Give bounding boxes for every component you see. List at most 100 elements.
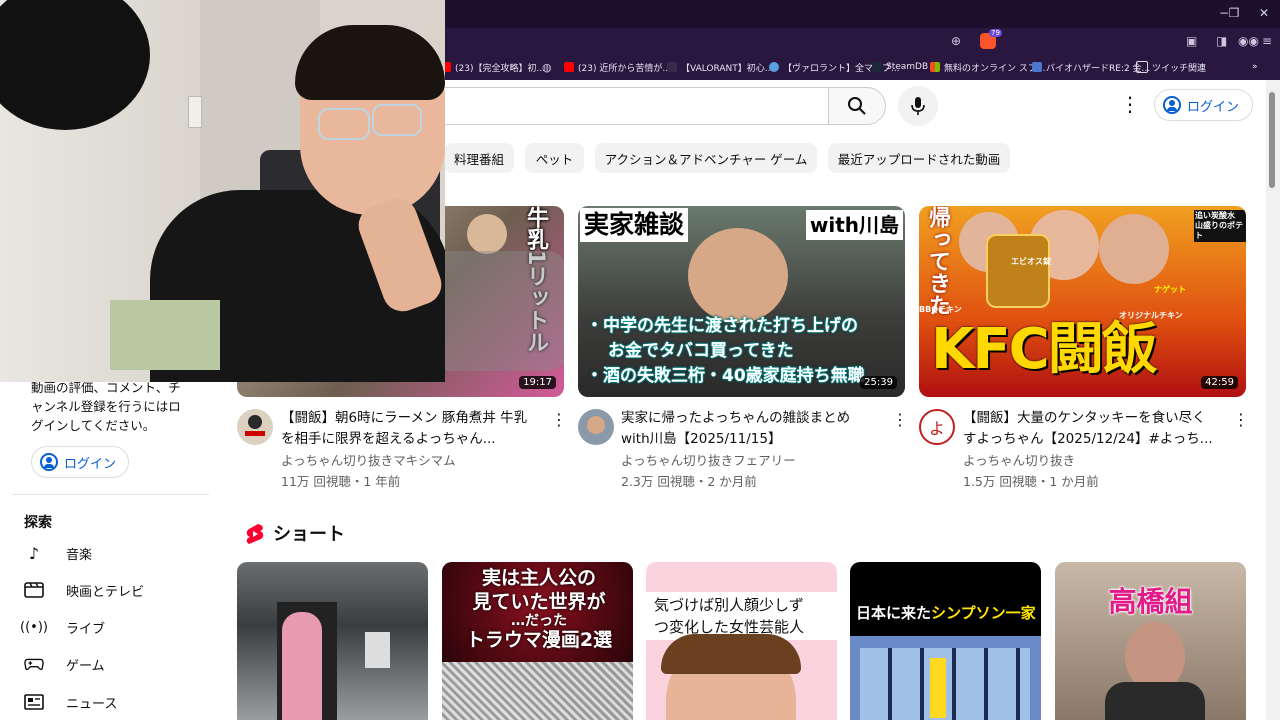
channel-avatar[interactable]: [578, 409, 614, 445]
chip-action-adventure[interactable]: アクション＆アドベンチャー ゲーム: [595, 143, 817, 173]
thumbnail-caption: 気づけば別人顔少しず: [654, 596, 804, 614]
site-icon: [1032, 62, 1042, 72]
bookmark-label: ツイッチ関連: [1152, 63, 1207, 74]
maximize-button[interactable]: ❐: [1224, 6, 1244, 20]
sidebar-item-live[interactable]: ((•)) ライブ: [20, 615, 204, 639]
panel-icon[interactable]: ◨: [1216, 34, 1227, 48]
video-title-line: 【闘飯】朝6時にラーメン 豚角煮丼 牛乳: [281, 410, 528, 426]
thumbnail-caption: トラウマ漫画2選: [465, 629, 613, 651]
valorant-icon: [667, 62, 677, 72]
shorts-section-title: ショート: [273, 524, 345, 545]
thumbnail-caption: …だった: [511, 613, 567, 629]
site-icon: [769, 62, 779, 72]
short-thumbnail[interactable]: 高橋組: [1055, 562, 1246, 720]
video-menu-icon[interactable]: ⋮: [1233, 410, 1249, 429]
video-title-line: with川島【2025/11/15】: [621, 431, 782, 447]
thumbnail-caption: 追い炭酸水 山盛りのポテト: [1194, 210, 1246, 242]
search-input[interactable]: [430, 87, 829, 125]
webcam-glasses-left: [318, 108, 370, 140]
thumbnail-caption: 見ていた世界が: [472, 591, 606, 613]
thumbnail-text-block: 気づけば別人顔少しず つ変化した女性芸能人: [654, 594, 834, 638]
thumbnail-caption: with川島: [805, 210, 903, 240]
bookmark-item[interactable]: バイオハザードRE:2 金...: [1032, 59, 1150, 75]
channel-avatar[interactable]: [237, 409, 273, 445]
scrollbar-thumb[interactable]: [1269, 92, 1275, 188]
thumbnail-caption: ・中学の先生に渡された打ち上げの: [586, 316, 858, 336]
short-thumbnail[interactable]: 日本に来たシンプソン一家: [850, 562, 1041, 720]
sidebar-item-label: 映画とテレビ: [66, 584, 145, 600]
short-thumbnail[interactable]: [237, 562, 428, 720]
video-menu-icon[interactable]: ⋮: [551, 410, 567, 429]
account-icon: [1163, 96, 1181, 114]
bookmark-item[interactable]: (23)【完全攻略】初...: [441, 59, 545, 75]
gamepad-icon: [24, 654, 44, 674]
sidebar-item-gaming[interactable]: ゲーム: [24, 652, 204, 676]
bookmark-item[interactable]: 無料のオンライン スプ...: [930, 59, 1045, 75]
chip-recently-uploaded[interactable]: 最近アップロードされた動画: [828, 143, 1010, 173]
globe-icon[interactable]: ◍: [542, 59, 552, 75]
video-title[interactable]: 【闘飯】朝6時にラーメン 豚角煮丼 牛乳 を相手に限界を超えるよっちゃん...: [281, 408, 546, 450]
youtube-icon: [564, 62, 574, 72]
chip-pets[interactable]: ペット: [525, 143, 584, 173]
brave-shield-icon[interactable]: 79: [980, 29, 1002, 49]
zoom-icon[interactable]: ⊕: [951, 34, 961, 48]
bookmark-item[interactable]: 【VALORANT】初心...: [667, 59, 773, 75]
search-button[interactable]: [828, 87, 886, 125]
voice-search-button[interactable]: [898, 86, 938, 126]
sidebar-item-label: 音楽: [66, 547, 93, 563]
sidebar-divider: [12, 494, 209, 495]
sidebar-item-news[interactable]: ニュース: [24, 690, 204, 714]
sidebar-item-label: ゲーム: [66, 658, 105, 674]
search-icon: [848, 97, 866, 115]
thumbnail-caption: 日本に来た: [856, 604, 932, 622]
short-thumbnail[interactable]: 気づけば別人顔少しず つ変化した女性芸能人: [646, 562, 837, 720]
video-title-line: 実家に帰ったよっちゃんの雑談まとめ: [621, 410, 851, 426]
login-label: ログイン: [1187, 99, 1240, 115]
menu-icon[interactable]: ≡: [1262, 34, 1272, 48]
channel-name[interactable]: よっちゃん切り抜きマキシマム: [281, 450, 456, 471]
thumbnail-bottle: [986, 234, 1050, 308]
video-menu-icon[interactable]: ⋮: [892, 410, 908, 429]
thumbnail-caption: 実家雑談: [580, 208, 689, 242]
thumbnail-caption: ナゲット: [1154, 285, 1186, 294]
channel-name[interactable]: よっちゃん切り抜き: [963, 450, 1075, 471]
video-title[interactable]: 【闘飯】大量のケンタッキーを食い尽く すよっちゃん【2025/12/24】#よっ…: [963, 408, 1228, 450]
thumbnail-figure: [282, 612, 322, 720]
bookmark-folder[interactable]: ツイッチ関連: [1136, 59, 1206, 75]
sidebar-item-label: ライブ: [66, 621, 106, 637]
shield-count-badge: 79: [989, 29, 1002, 37]
sidebar-item-music[interactable]: ♪ 音楽: [24, 541, 204, 565]
account-icon: [40, 453, 58, 471]
extensions-icon[interactable]: ◉◉: [1238, 34, 1259, 48]
thumbnail-caption: KFC闘飯: [931, 317, 1158, 382]
header-login-button[interactable]: ログイン: [1154, 89, 1253, 121]
sidebar-login-button[interactable]: ログイン: [31, 446, 129, 478]
webcam-glasses-right: [372, 104, 422, 136]
chip-cooking[interactable]: 料理番組: [444, 143, 514, 173]
bookmark-item[interactable]: (23) 近所から苦情が...: [564, 59, 671, 75]
microphone-icon: [911, 97, 925, 115]
bookmark-item[interactable]: SteamDB: [872, 59, 928, 75]
video-thumbnail[interactable]: 実家雑談 with川島 ・中学の先生に渡された打ち上げの お金でタバコ買ってきた…: [578, 206, 905, 397]
login-label: ログイン: [64, 456, 117, 472]
sidebar-toggle-icon[interactable]: ▣: [1186, 34, 1197, 48]
close-window-button[interactable]: ✕: [1254, 6, 1274, 20]
video-meta: 1.5万 回視聴・1 か月前: [963, 474, 1099, 489]
channel-avatar[interactable]: よ: [919, 409, 955, 445]
sidebar-item-movies[interactable]: 映画とテレビ: [24, 578, 204, 602]
thumbnail-caption: エビオス錠: [1011, 257, 1051, 266]
thumbnail-text-block: 日本に来たシンプソン一家: [856, 602, 1036, 623]
video-title[interactable]: 実家に帰ったよっちゃんの雑談まとめ with川島【2025/11/15】: [621, 408, 886, 450]
short-thumbnail[interactable]: 実は主人公の 見ていた世界が …だった トラウマ漫画2選: [442, 562, 633, 720]
more-bookmarks-icon[interactable]: »: [1252, 59, 1258, 75]
settings-more-button[interactable]: ⋮: [1118, 92, 1142, 120]
thumbnail-text-block: ・中学の先生に渡された打ち上げの お金でタバコ買ってきた ・酒の失敗三桁・40歳…: [586, 314, 905, 389]
thumbnail-figure: [930, 658, 946, 718]
bookmark-label: バイオハザードRE:2 金...: [1046, 63, 1151, 74]
video-thumbnail[interactable]: 帰ってきた エビオス錠 BBQチキン オリジナルチキン ナゲット 追い炭酸水 山…: [919, 206, 1246, 397]
sidebar-item-label: ニュース: [66, 696, 118, 712]
thumbnail-caption: 実は主人公の: [481, 567, 596, 589]
music-note-icon: ♪: [28, 543, 40, 563]
channel-name[interactable]: よっちゃん切り抜きフェアリー: [621, 450, 796, 471]
bookmark-label: (23)【完全攻略】初...: [455, 63, 546, 74]
